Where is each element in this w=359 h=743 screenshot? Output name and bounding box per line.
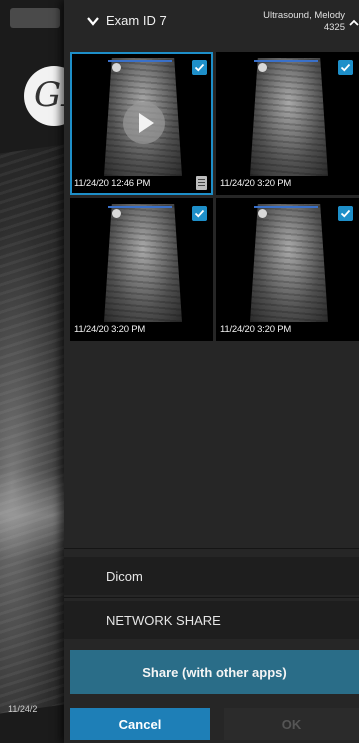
scan-depth-line bbox=[108, 206, 172, 208]
checkbox-checked-icon[interactable] bbox=[338, 60, 353, 75]
chevron-up-icon[interactable] bbox=[349, 18, 359, 28]
thumbnail-timestamp: 11/24/20 3:20 PM bbox=[220, 178, 292, 189]
ge-badge-icon bbox=[258, 63, 267, 72]
thumbnail-grid: 11/24/20 12:46 PM 11/24/20 3:20 PM 11/24… bbox=[70, 52, 359, 342]
exam-title[interactable]: Exam ID 7 bbox=[106, 13, 167, 28]
thumbnail[interactable]: 11/24/20 3:20 PM bbox=[216, 198, 359, 341]
thumbnail-timestamp: 11/24/20 3:20 PM bbox=[220, 324, 292, 335]
checkbox-checked-icon[interactable] bbox=[192, 206, 207, 221]
cancel-button[interactable]: Cancel bbox=[70, 708, 210, 740]
thumbnail[interactable]: 11/24/20 3:20 PM bbox=[216, 52, 359, 195]
ge-badge-icon bbox=[112, 209, 121, 218]
background-scan-band bbox=[0, 470, 70, 560]
share-panel: Exam ID 7 Ultrasound, Melody 4325 11/24/… bbox=[64, 0, 359, 743]
checkbox-checked-icon[interactable] bbox=[192, 60, 207, 75]
patient-info: Ultrasound, Melody 4325 bbox=[263, 10, 345, 34]
divider bbox=[64, 597, 359, 598]
ge-badge-icon bbox=[258, 209, 267, 218]
thumbnail-timestamp: 11/24/20 3:20 PM bbox=[74, 324, 146, 335]
background-scan-image bbox=[0, 140, 70, 720]
thumbnail[interactable]: 11/24/20 12:46 PM bbox=[70, 52, 213, 195]
ultrasound-image bbox=[250, 204, 328, 322]
divider bbox=[64, 548, 359, 549]
panel-header: Exam ID 7 Ultrasound, Melody 4325 bbox=[64, 0, 359, 44]
share-option-network-share[interactable]: NETWORK SHARE bbox=[64, 601, 359, 639]
thumbnail-timestamp: 11/24/20 12:46 PM bbox=[74, 178, 151, 189]
chevron-down-icon[interactable] bbox=[86, 14, 100, 28]
play-icon[interactable] bbox=[123, 102, 165, 144]
ultrasound-image bbox=[104, 204, 182, 322]
scan-depth-line bbox=[108, 60, 172, 62]
scan-depth-line bbox=[254, 206, 318, 208]
scan-depth-line bbox=[254, 60, 318, 62]
share-option-dicom[interactable]: Dicom bbox=[64, 557, 359, 595]
background-tab bbox=[10, 8, 60, 28]
background-date: 11/24/2 bbox=[8, 704, 38, 714]
patient-name: Ultrasound, Melody bbox=[263, 10, 345, 21]
patient-id: 4325 bbox=[323, 22, 345, 33]
share-option-label: NETWORK SHARE bbox=[106, 613, 221, 628]
ok-button[interactable]: OK bbox=[224, 708, 359, 740]
thumbnail[interactable]: 11/24/20 3:20 PM bbox=[70, 198, 213, 341]
share-with-other-apps-button[interactable]: Share (with other apps) bbox=[70, 650, 359, 694]
share-option-label: Dicom bbox=[106, 569, 143, 584]
dicom-file-icon bbox=[196, 176, 207, 190]
ultrasound-image bbox=[250, 58, 328, 176]
background-ultrasound-view: GE 11/24/2 bbox=[0, 0, 70, 743]
ge-badge-icon bbox=[112, 63, 121, 72]
checkbox-checked-icon[interactable] bbox=[338, 206, 353, 221]
